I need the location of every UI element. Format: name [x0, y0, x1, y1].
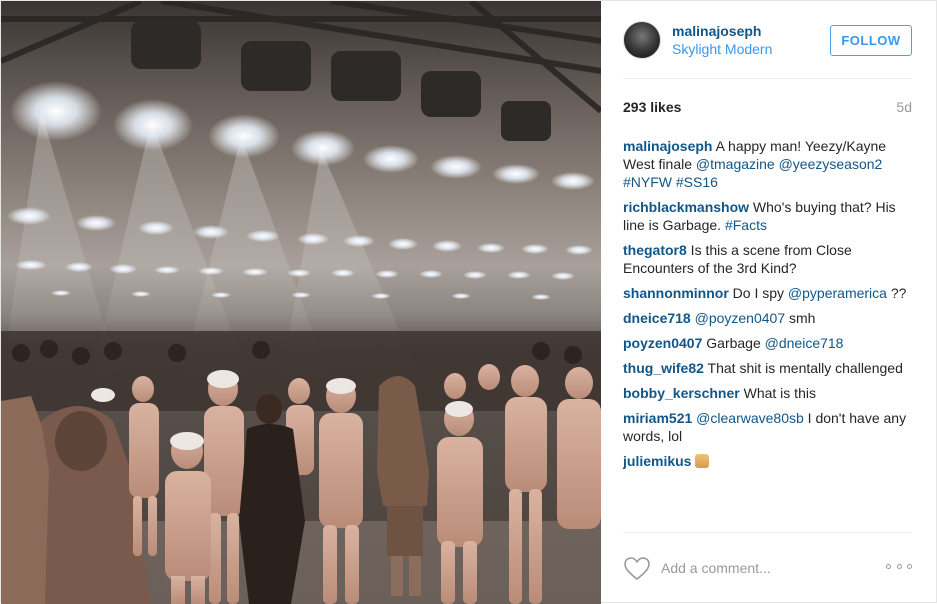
comment-author-link[interactable]: thug_wife82 [623, 360, 704, 376]
post-photo[interactable] [1, 1, 601, 604]
comment-item: thug_wife82 That shit is mentally challe… [623, 359, 912, 377]
comment-item: miriam521 @clearwave80sb I don't have an… [623, 409, 912, 445]
comment-item: juliemikus [623, 452, 912, 470]
post-side-panel: malinajoseph Skylight Modern FOLLOW 293 … [601, 1, 937, 604]
mention-link[interactable]: @clearwave80sb [696, 410, 804, 426]
comment-text: ?? [886, 285, 907, 301]
comment-text: Garbage [702, 335, 765, 351]
comment-item: malinajoseph A happy man! Yeezy/Kayne We… [623, 137, 912, 191]
hashtag-link[interactable]: #NYFW [623, 174, 672, 190]
avatar[interactable] [623, 21, 661, 59]
post-age[interactable]: 5d [896, 99, 912, 115]
comment-item: shannonminnor Do I spy @pyperamerica ?? [623, 284, 912, 302]
comment-author-link[interactable]: dneice718 [623, 310, 691, 326]
mention-link[interactable]: @tmagazine [696, 156, 775, 172]
post-footer [623, 532, 912, 604]
comment-item: dneice718 @poyzen0407 smh [623, 309, 912, 327]
hashtag-link[interactable]: #SS16 [676, 174, 718, 190]
comment-author-link[interactable]: miriam521 [623, 410, 692, 426]
comment-item: richblackmanshow Who's buying that? His … [623, 198, 912, 234]
runway-scene-image [1, 1, 601, 604]
post-frame: malinajoseph Skylight Modern FOLLOW 293 … [0, 0, 937, 604]
comment-item: bobby_kerschner What is this [623, 384, 912, 402]
comment-item: thegator8 Is this a scene from Close Enc… [623, 241, 912, 277]
mention-link[interactable]: @poyzen0407 [695, 310, 786, 326]
comment-text: Do I spy [728, 285, 788, 301]
comment-item: poyzen0407 Garbage @dneice718 [623, 334, 912, 352]
add-comment-input[interactable] [661, 557, 871, 579]
comment-author-link[interactable]: shannonminnor [623, 285, 729, 301]
comment-text: smh [785, 310, 816, 326]
comment-author-link[interactable]: malinajoseph [623, 138, 712, 154]
post-stats: 293 likes 5d [623, 99, 912, 119]
heart-icon[interactable] [623, 555, 651, 583]
comment-author-link[interactable]: thegator8 [623, 242, 687, 258]
comment-author-link[interactable]: bobby_kerschner [623, 385, 740, 401]
mention-link[interactable]: @yeezyseason2 [779, 156, 883, 172]
mention-link[interactable]: @dneice718 [765, 335, 844, 351]
header-username-link[interactable]: malinajoseph [672, 23, 761, 39]
comment-text: What is this [739, 385, 816, 401]
likes-count[interactable]: 293 likes [623, 99, 681, 115]
post-header: malinajoseph Skylight Modern FOLLOW [623, 1, 912, 79]
comment-author-link[interactable]: richblackmanshow [623, 199, 749, 215]
hashtag-link[interactable]: #Facts [725, 217, 767, 233]
more-options-icon[interactable] [886, 559, 912, 573]
thumbs-down-icon [695, 454, 710, 468]
comments-list: malinajoseph A happy man! Yeezy/Kayne We… [623, 137, 912, 477]
follow-button[interactable]: FOLLOW [830, 25, 912, 56]
comment-text: That shit is mentally challenged [703, 360, 903, 376]
mention-link[interactable]: @pyperamerica [788, 285, 887, 301]
location-link[interactable]: Skylight Modern [672, 41, 772, 57]
comment-author-link[interactable]: poyzen0407 [623, 335, 702, 351]
comment-author-link[interactable]: juliemikus [623, 453, 691, 469]
